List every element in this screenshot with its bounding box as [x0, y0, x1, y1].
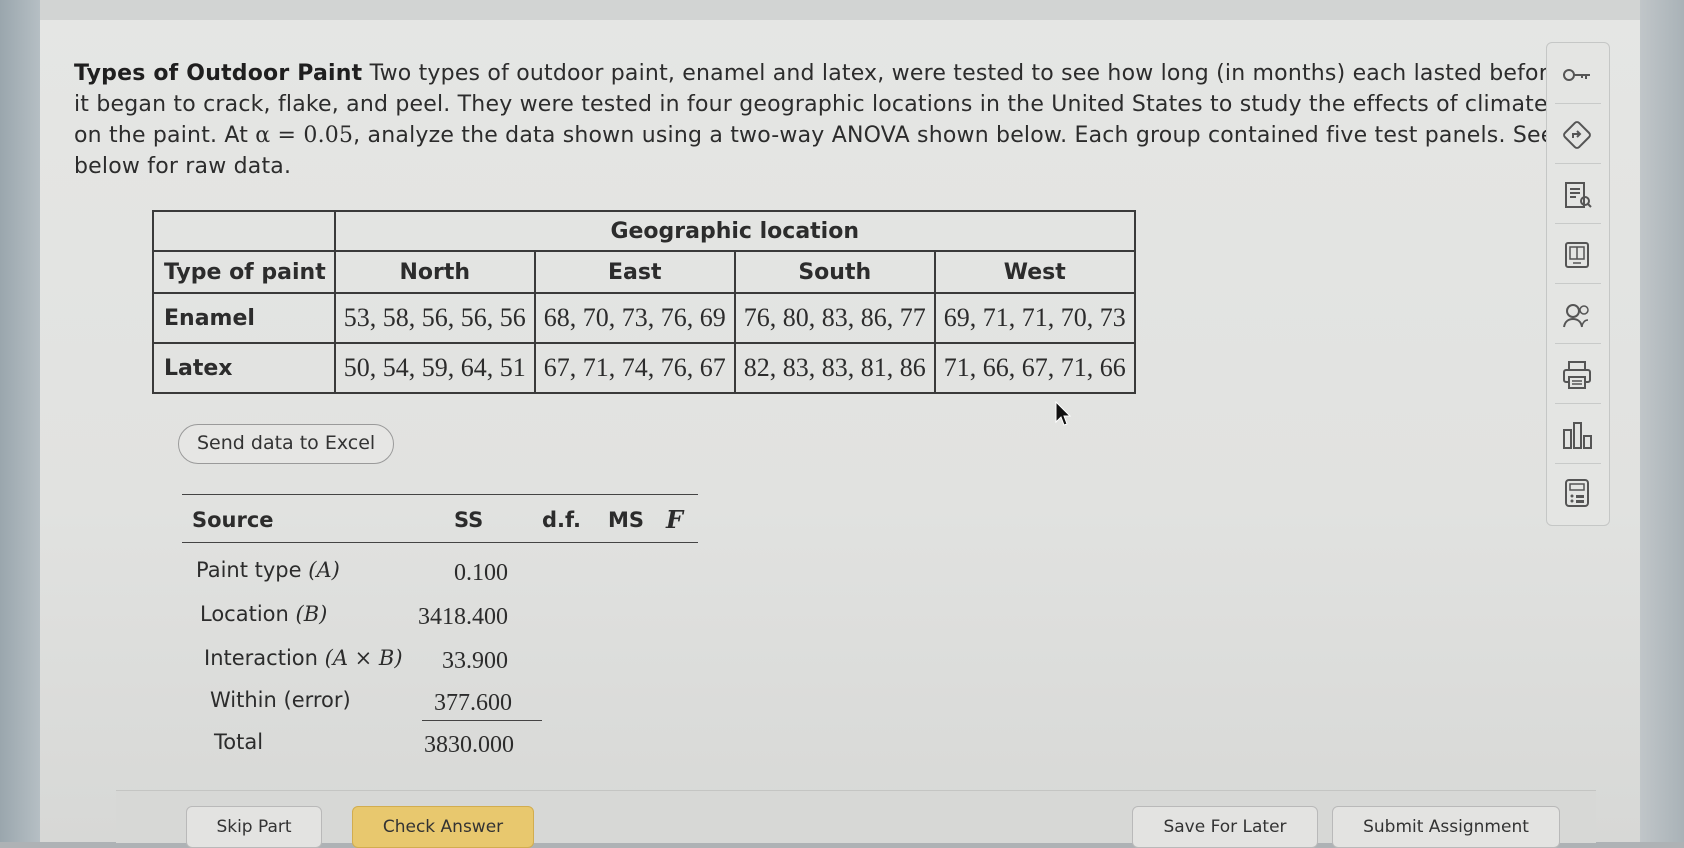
- send-to-excel-button[interactable]: Send data to Excel: [178, 424, 395, 464]
- anova-ss-sum-rule: [422, 720, 542, 721]
- textbook-icon[interactable]: [1559, 177, 1595, 213]
- navigate-icon[interactable]: [1559, 117, 1595, 153]
- anova-source-label: Location: [200, 602, 289, 626]
- cell-enamel-west: 69, 71, 71, 70, 73: [933, 292, 1136, 344]
- column-header-west: West: [933, 250, 1136, 294]
- anova-header-rule: [182, 542, 698, 543]
- cell-latex-south: 82, 83, 83, 81, 86: [733, 342, 936, 394]
- problem-statement: Types of Outdoor Paint Two types of outd…: [74, 58, 1564, 182]
- anova-header-ss: SS: [454, 508, 484, 532]
- column-header-east: East: [533, 250, 736, 294]
- top-strip: [40, 0, 1640, 20]
- cell-enamel-south: 76, 80, 83, 86, 77: [733, 292, 936, 344]
- anova-header-source: Source: [192, 508, 274, 532]
- anova-source-paint-type: Paint type (A): [196, 558, 340, 582]
- geographic-location-header: Geographic location: [333, 210, 1136, 252]
- anova-header-f: F: [666, 505, 684, 534]
- ask-instructor-icon[interactable]: [1559, 297, 1595, 333]
- table-row: Latex 50, 54, 59, 64, 51 67, 71, 74, 76,…: [152, 342, 1136, 394]
- book-icon[interactable]: [1559, 237, 1595, 273]
- print-icon[interactable]: [1559, 357, 1595, 393]
- anova-source-label: Interaction: [204, 646, 318, 670]
- anova-top-rule: [182, 494, 698, 495]
- cell-latex-east: 67, 71, 74, 76, 67: [533, 342, 736, 394]
- cell-latex-north: 50, 54, 59, 64, 51: [333, 342, 536, 394]
- sidebar-divider: [1555, 283, 1601, 284]
- row-label-latex: Latex: [152, 342, 336, 394]
- type-of-paint-header: Type of paint: [152, 250, 336, 294]
- anova-source-math: (A): [308, 558, 340, 582]
- sidebar-divider: [1555, 343, 1601, 344]
- anova-source-total: Total: [214, 730, 263, 754]
- cell-latex-west: 71, 66, 67, 71, 66: [933, 342, 1136, 394]
- anova-ss-within: 377.600: [434, 690, 512, 716]
- anova-source-label: Total: [214, 730, 264, 754]
- problem-title: Types of Outdoor Paint: [74, 61, 363, 86]
- anova-header-ms: MS: [608, 508, 645, 532]
- anova-ss-total: 3830.000: [424, 732, 514, 758]
- anova-ss-location: 3418.400: [418, 604, 508, 630]
- calculator-icon[interactable]: [1559, 475, 1595, 511]
- anova-source-within: Within (error): [210, 688, 351, 712]
- key-icon[interactable]: [1559, 57, 1595, 93]
- anova-ss-paint-type: 0.100: [454, 560, 508, 586]
- anova-source-label: Within (error): [210, 688, 351, 712]
- cell-enamel-north: 53, 58, 56, 56, 56: [333, 292, 536, 344]
- content-area: Types of Outdoor Paint Two types of outd…: [74, 58, 1574, 182]
- sidebar-divider: [1555, 403, 1601, 404]
- raw-data-table: Geographic location Type of paint North …: [152, 210, 1136, 394]
- column-header-north: North: [333, 250, 536, 294]
- statistics-icon[interactable]: [1559, 417, 1595, 453]
- anova-header-df: d.f.: [542, 508, 581, 532]
- tools-sidebar: [1546, 42, 1610, 526]
- sidebar-divider: [1555, 163, 1601, 164]
- anova-source-label: Paint type: [196, 558, 302, 582]
- column-header-south: South: [733, 250, 936, 294]
- cell-enamel-east: 68, 70, 73, 76, 69: [533, 292, 736, 344]
- table-corner: [152, 210, 336, 251]
- sidebar-divider: [1555, 463, 1601, 464]
- anova-source-interaction: Interaction (A × B): [204, 646, 403, 670]
- sidebar-divider: [1555, 103, 1601, 104]
- anova-ss-interaction: 33.900: [442, 648, 508, 674]
- anova-source-location: Location (B): [200, 602, 327, 626]
- background-left: [0, 0, 42, 842]
- anova-source-math: (B): [295, 602, 328, 626]
- row-label-enamel: Enamel: [152, 292, 336, 344]
- table-row: Enamel 53, 58, 56, 56, 56 68, 70, 73, 76…: [152, 292, 1136, 344]
- alpha-expression: α = 0.05: [255, 123, 354, 148]
- mouse-cursor-icon: [1055, 400, 1072, 426]
- sidebar-divider: [1555, 223, 1601, 224]
